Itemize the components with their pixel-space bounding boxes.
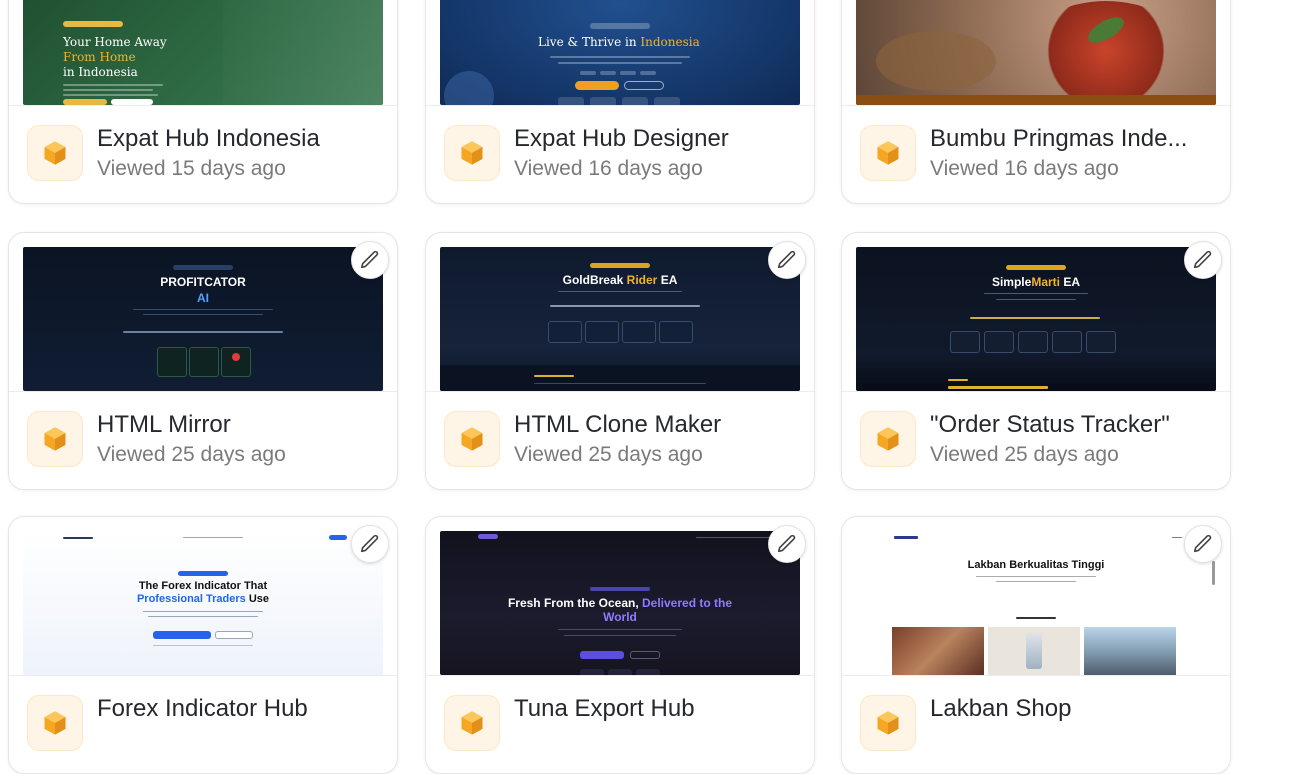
project-viewed: Viewed 16 days ago (514, 157, 703, 180)
preview-heading-accent: From Home (63, 50, 136, 64)
cube-icon (860, 411, 916, 467)
cube-icon (860, 125, 916, 181)
preview-heading: Live & Thrive in Indonesia (538, 35, 700, 49)
preview-heading-accent: World (603, 610, 637, 624)
project-viewed: Viewed 15 days ago (97, 157, 286, 180)
pencil-icon[interactable] (768, 241, 806, 279)
project-card[interactable]: Lakban Berkualitas Tinggi Lakban Shop (841, 516, 1231, 774)
cube-icon (27, 411, 83, 467)
project-title[interactable]: "Order Status Tracker" (930, 411, 1170, 439)
preview-heading: PROFITCATOR (160, 275, 246, 289)
project-title[interactable]: HTML Mirror (97, 411, 231, 439)
preview-heading: Your Home Away (63, 35, 167, 49)
project-title[interactable]: Expat Hub Designer (514, 125, 729, 153)
preview-heading-accent: AI (197, 291, 209, 305)
cube-icon (860, 695, 916, 751)
preview-heading: Professional Traders Use (136, 593, 270, 605)
pencil-icon[interactable] (351, 525, 389, 563)
project-title[interactable]: Tuna Export Hub (514, 695, 695, 723)
pencil-icon[interactable] (768, 525, 806, 563)
cube-icon (444, 695, 500, 751)
project-card[interactable]: Your Home Away From Home in Indonesia Ex… (8, 0, 398, 204)
project-title[interactable]: Lakban Shop (930, 695, 1071, 723)
project-preview: PROFITCATOR AI (23, 247, 383, 391)
project-preview: Lakban Berkualitas Tinggi (856, 531, 1216, 675)
project-card[interactable]: GoldBreak Rider EA HTML Clone Maker View… (425, 232, 815, 490)
project-preview: Live & Thrive in Indonesia (440, 0, 800, 105)
preview-heading: GoldBreak Rider EA (562, 273, 678, 287)
project-card[interactable]: PROFITCATOR AI HTML Mirror Viewed 25 day… (8, 232, 398, 490)
cube-icon (444, 125, 500, 181)
project-title[interactable]: Expat Hub Indonesia (97, 125, 320, 153)
project-viewed: Viewed 25 days ago (930, 443, 1119, 466)
project-preview: SimpleMarti EA (856, 247, 1216, 391)
project-title[interactable]: Bumbu Pringmas Inde... (930, 125, 1187, 153)
project-preview: Fresh From the Ocean, Delivered to the W… (440, 531, 800, 675)
project-title[interactable]: Forex Indicator Hub (97, 695, 308, 723)
project-title[interactable]: HTML Clone Maker (514, 411, 721, 439)
project-preview: The Forex Indicator That Professional Tr… (23, 531, 383, 675)
preview-heading: SimpleMarti EA (991, 275, 1081, 289)
preview-heading: Fresh From the Ocean, Delivered to the (507, 596, 733, 610)
project-card[interactable]: Fresh From the Ocean, Delivered to the W… (425, 516, 815, 774)
preview-heading: Lakban Berkualitas Tinggi (967, 559, 1105, 571)
project-card[interactable]: The Forex Indicator That Professional Tr… (8, 516, 398, 774)
pencil-icon[interactable] (351, 241, 389, 279)
preview-heading: The Forex Indicator That (138, 580, 268, 592)
pencil-icon[interactable] (1184, 525, 1222, 563)
project-preview (856, 0, 1216, 105)
project-card[interactable]: Live & Thrive in Indonesia Expat Hub Des… (425, 0, 815, 204)
cube-icon (444, 411, 500, 467)
preview-heading: in Indonesia (63, 65, 138, 79)
project-viewed: Viewed 25 days ago (97, 443, 286, 466)
project-preview: GoldBreak Rider EA (440, 247, 800, 391)
project-viewed: Viewed 16 days ago (930, 157, 1119, 180)
project-viewed: Viewed 25 days ago (514, 443, 703, 466)
project-card[interactable]: Bumbu Pringmas Inde... Viewed 16 days ag… (841, 0, 1231, 204)
cube-icon (27, 125, 83, 181)
project-card[interactable]: SimpleMarti EA "Order Status Tracker" Vi… (841, 232, 1231, 490)
project-preview: Your Home Away From Home in Indonesia (23, 0, 383, 105)
pencil-icon[interactable] (1184, 241, 1222, 279)
cube-icon (27, 695, 83, 751)
